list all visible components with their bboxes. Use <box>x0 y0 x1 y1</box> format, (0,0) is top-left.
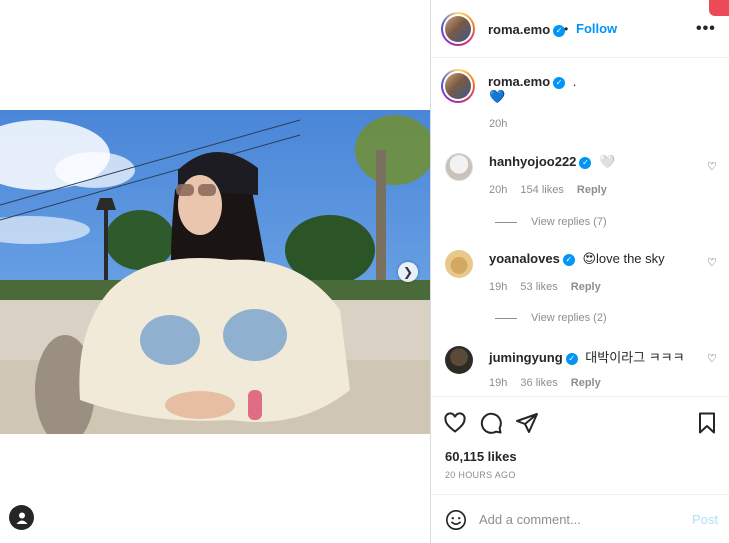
comment-row: jumingyung ✓ 대박이라그 ㅋㅋㅋ <box>489 347 685 366</box>
comment-likes[interactable]: 36 likes <box>520 377 557 389</box>
comment-icon[interactable] <box>479 411 503 435</box>
details-pane: roma.emo ✓ • Follow ••• roma.emo ✓ . 💙 20h… <box>431 0 729 543</box>
view-replies-button[interactable]: View replies (2) <box>495 312 607 324</box>
reply-button[interactable]: Reply <box>571 377 601 389</box>
more-options-button[interactable]: ••• <box>696 20 716 38</box>
verified-badge-icon: ✓ <box>565 352 578 365</box>
comment-text: 대박이라그 ㅋㅋㅋ <box>585 350 685 365</box>
comment-time: 20h <box>489 184 508 196</box>
comment-time: 19h <box>489 281 508 293</box>
comment-like-heart-icon[interactable]: ♡ <box>707 352 717 365</box>
paper-plane-icon[interactable] <box>515 411 539 435</box>
notification-badge <box>709 0 729 16</box>
caption-author-avatar[interactable] <box>441 69 475 103</box>
comment-avatar[interactable] <box>445 153 473 181</box>
caption-emoji: 💙 <box>489 89 506 104</box>
post-photo-illustration <box>0 110 430 434</box>
comment-meta: 19h 53 likes Reply <box>489 281 611 293</box>
comment-row: yoanaloves ✓ 😍love the sky <box>489 251 665 267</box>
reply-button[interactable]: Reply <box>571 281 601 293</box>
comment-username[interactable]: jumingyung <box>489 350 563 365</box>
comment-likes[interactable]: 53 likes <box>520 281 557 293</box>
comment-likes[interactable]: 154 likes <box>520 184 563 196</box>
post-time-ago: 20 HOURS AGO <box>445 470 516 480</box>
comment-username[interactable]: hanhyojoo222 <box>489 154 576 169</box>
caption-text: . <box>572 74 577 89</box>
caption-time-text: 20h <box>489 118 508 130</box>
caption-author-username[interactable]: roma.emo ✓ . <box>488 74 576 89</box>
post-header: roma.emo ✓ • Follow ••• <box>431 0 729 58</box>
comment-like-heart-icon[interactable]: ♡ <box>707 160 717 173</box>
comment-meta: 20h 154 likes Reply <box>489 184 617 196</box>
bookmark-icon[interactable] <box>695 411 719 435</box>
heart-icon[interactable] <box>443 411 467 435</box>
verified-badge-icon: ✓ <box>553 76 566 89</box>
comment-row: hanhyojoo222 ✓ 🤍 <box>489 154 615 170</box>
comment-username[interactable]: yoanaloves <box>489 251 560 266</box>
author-username[interactable]: roma.emo ✓ <box>488 22 566 37</box>
reply-button[interactable]: Reply <box>577 184 607 196</box>
verified-badge-icon: ✓ <box>562 253 575 266</box>
chevron-right-icon: ❯ <box>402 265 414 279</box>
next-image-button[interactable]: ❯ <box>398 262 418 282</box>
comment-like-heart-icon[interactable]: ♡ <box>707 256 717 269</box>
comment-text: 🤍 <box>599 154 616 169</box>
separator-dot: • <box>564 22 569 36</box>
view-replies-button[interactable]: View replies (7) <box>495 216 607 228</box>
smiley-icon[interactable] <box>445 509 467 531</box>
follow-button[interactable]: Follow <box>576 21 617 36</box>
caption-time: 20h <box>489 118 517 130</box>
post-actions: 60,115 likes 20 HOURS AGO <box>431 396 729 494</box>
comment-meta: 19h 36 likes Reply <box>489 377 611 389</box>
likes-count[interactable]: 60,115 likes <box>445 449 517 464</box>
author-avatar[interactable] <box>441 12 475 46</box>
verified-badge-icon: ✓ <box>579 156 592 169</box>
post-comment-button[interactable]: Post <box>692 512 718 527</box>
comment-text: 😍love the sky <box>582 251 665 266</box>
user-tag-icon <box>16 512 27 524</box>
post-photo[interactable] <box>0 110 430 434</box>
comment-avatar[interactable] <box>445 250 473 278</box>
author-username-text[interactable]: roma.emo <box>488 22 550 37</box>
caption-author-username-text[interactable]: roma.emo <box>488 74 550 89</box>
media-pane: ❯ <box>0 0 430 543</box>
comment-time: 19h <box>489 377 508 389</box>
comment-avatar[interactable] <box>445 346 473 374</box>
add-comment-bar: Post <box>431 494 729 543</box>
comment-input[interactable] <box>479 507 679 531</box>
user-tag-button[interactable] <box>9 505 34 530</box>
